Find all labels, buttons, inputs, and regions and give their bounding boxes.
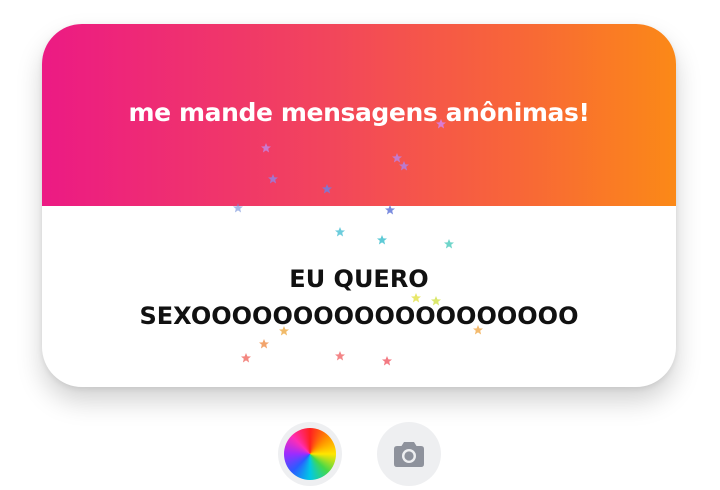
- stage: me mande mensagens anônimas! EU QUERO SE…: [0, 0, 720, 490]
- message-text: EU QUERO SEXOOOOOOOOOOOOOOOOOOO: [139, 265, 579, 330]
- color-wheel-icon: [284, 428, 336, 480]
- camera-button[interactable]: [377, 422, 441, 486]
- question-card: me mande mensagens anônimas! EU QUERO SE…: [42, 24, 676, 387]
- card-body: EU QUERO SEXOOOOOOOOOOOOOOOOOOO: [42, 206, 676, 387]
- color-picker-button[interactable]: [278, 422, 342, 486]
- prompt-text: me mande mensagens anônimas!: [128, 98, 590, 127]
- card-header: me mande mensagens anônimas!: [42, 24, 676, 206]
- camera-icon: [394, 442, 424, 467]
